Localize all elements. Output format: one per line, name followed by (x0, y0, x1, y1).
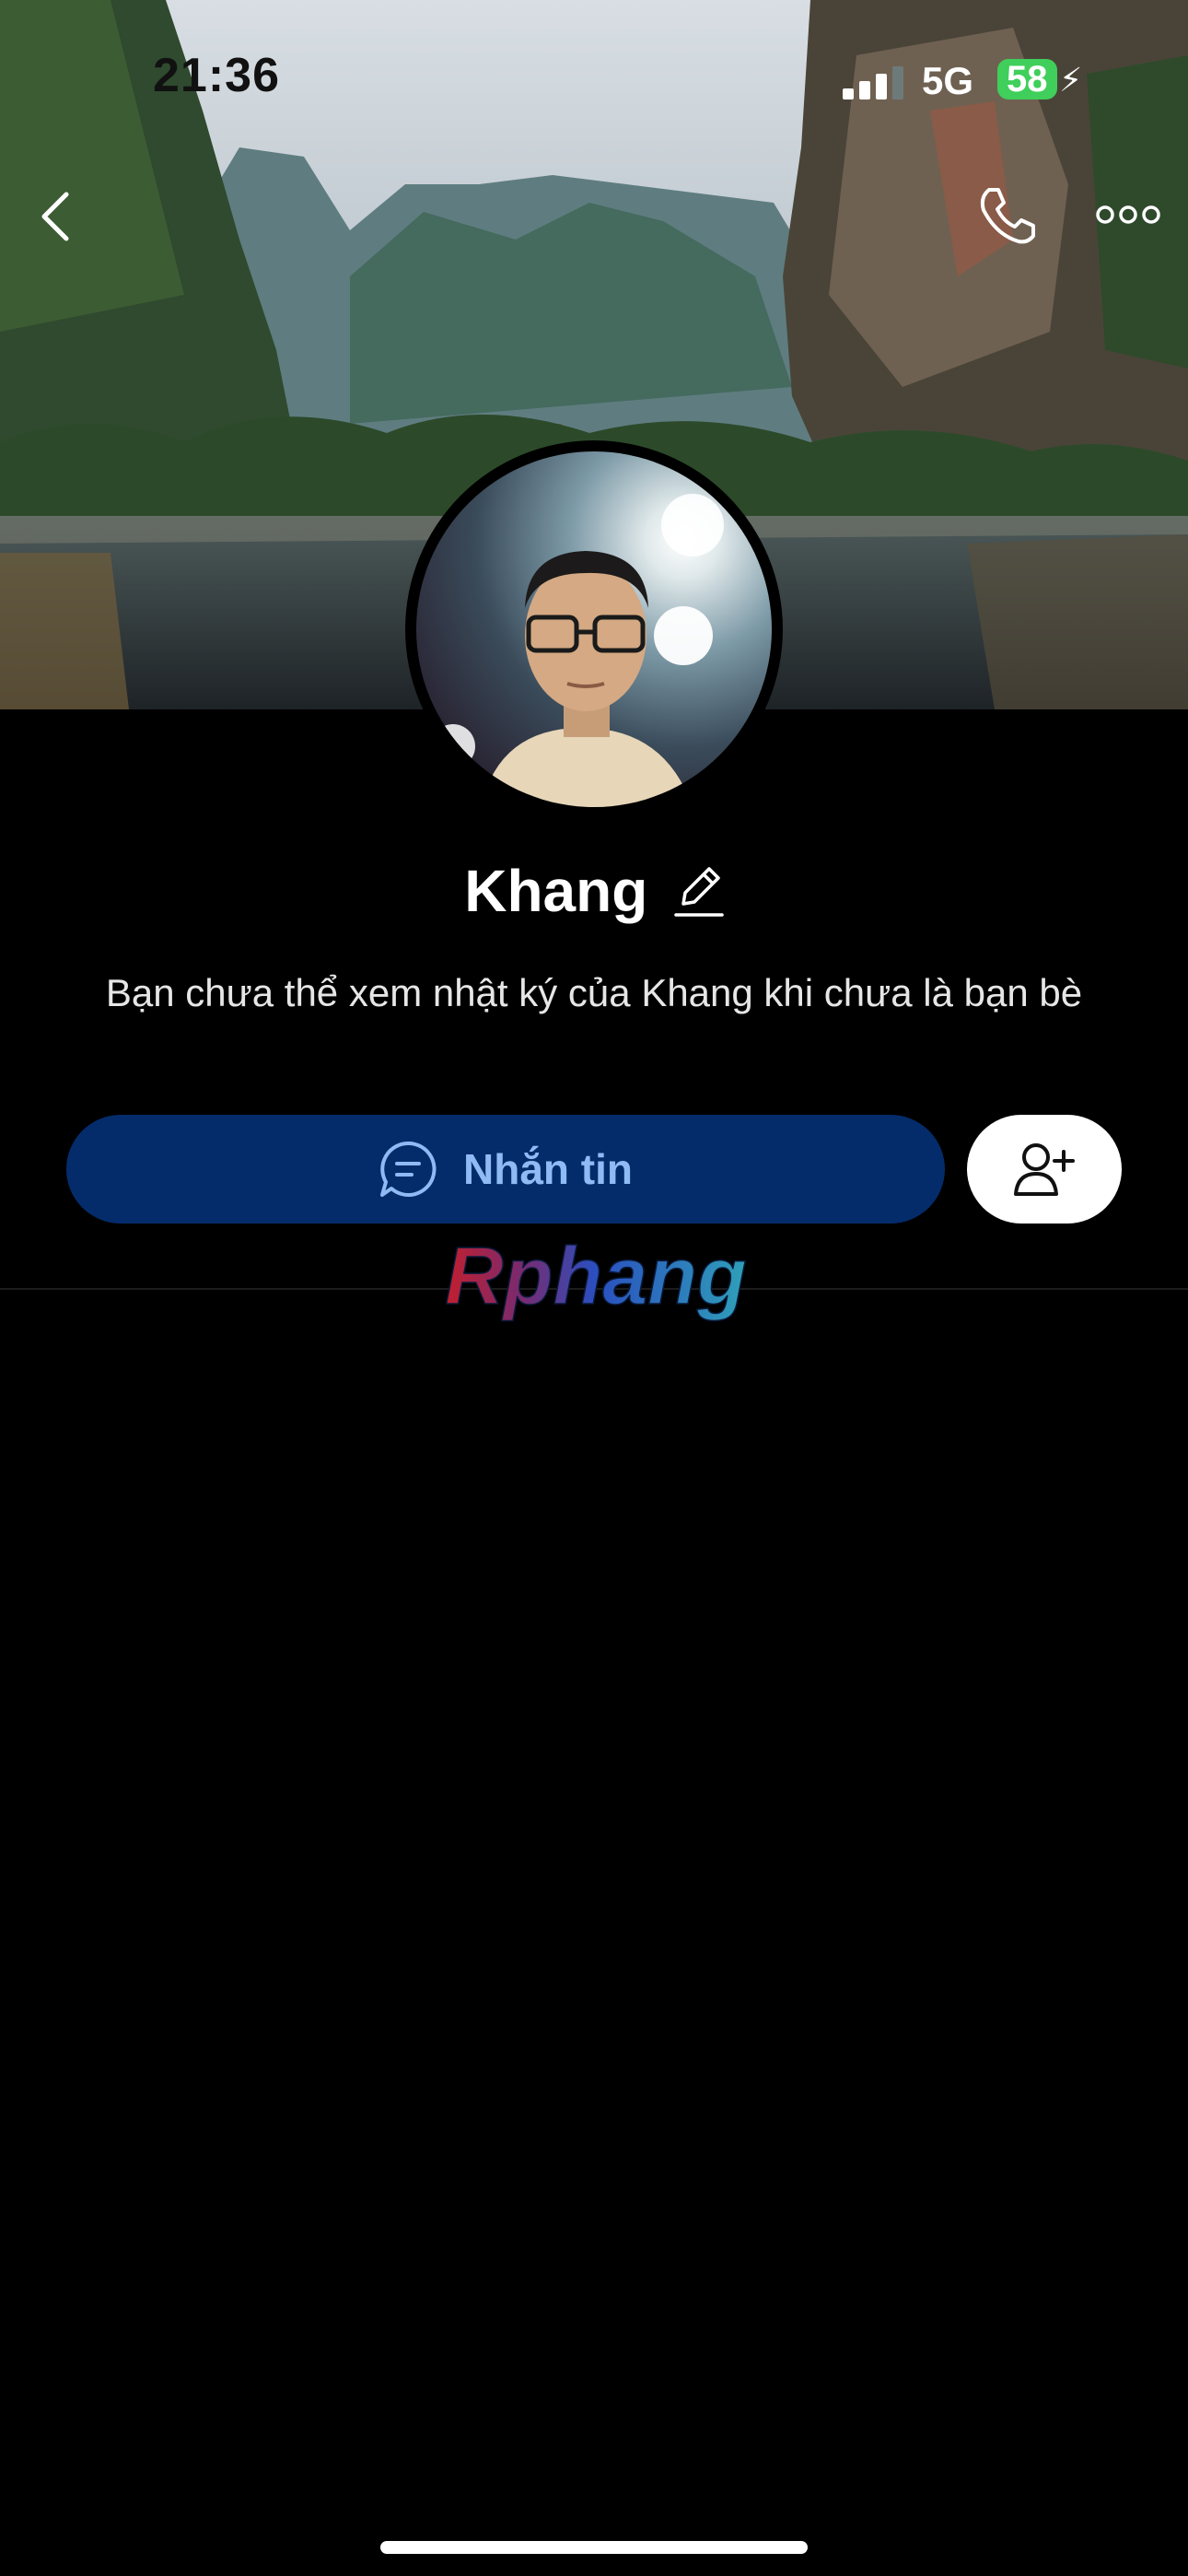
battery-level: 58 (997, 59, 1057, 100)
network-type: 5G (922, 59, 974, 102)
more-icon[interactable] (1096, 201, 1160, 228)
status-bar: 21:36 5G 58 ⚡ (0, 0, 1188, 157)
name-row: Khang (0, 857, 1188, 931)
avatar-photo (416, 451, 772, 807)
home-indicator[interactable] (380, 2541, 808, 2554)
add-friend-icon (1014, 1143, 1075, 1196)
phone-icon[interactable] (976, 184, 1035, 245)
add-friend-button[interactable] (967, 1115, 1122, 1224)
back-icon[interactable] (37, 189, 74, 244)
watermark-logo: Rphang (444, 1239, 747, 1322)
status-time: 21:36 (153, 49, 280, 102)
friendship-notice: Bạn chưa thể xem nhật ký của Khang khi c… (105, 971, 1083, 1014)
message-button[interactable]: Nhắn tin (66, 1115, 945, 1224)
message-button-label: Nhắn tin (463, 1145, 633, 1193)
avatar[interactable] (405, 440, 783, 818)
edit-icon[interactable] (672, 863, 724, 919)
profile-name: Khang (464, 858, 648, 924)
charging-icon: ⚡ (1059, 61, 1083, 99)
watermark-text: Rphang (445, 1239, 747, 1321)
signal-icon (843, 66, 903, 100)
chat-icon (380, 1141, 437, 1197)
